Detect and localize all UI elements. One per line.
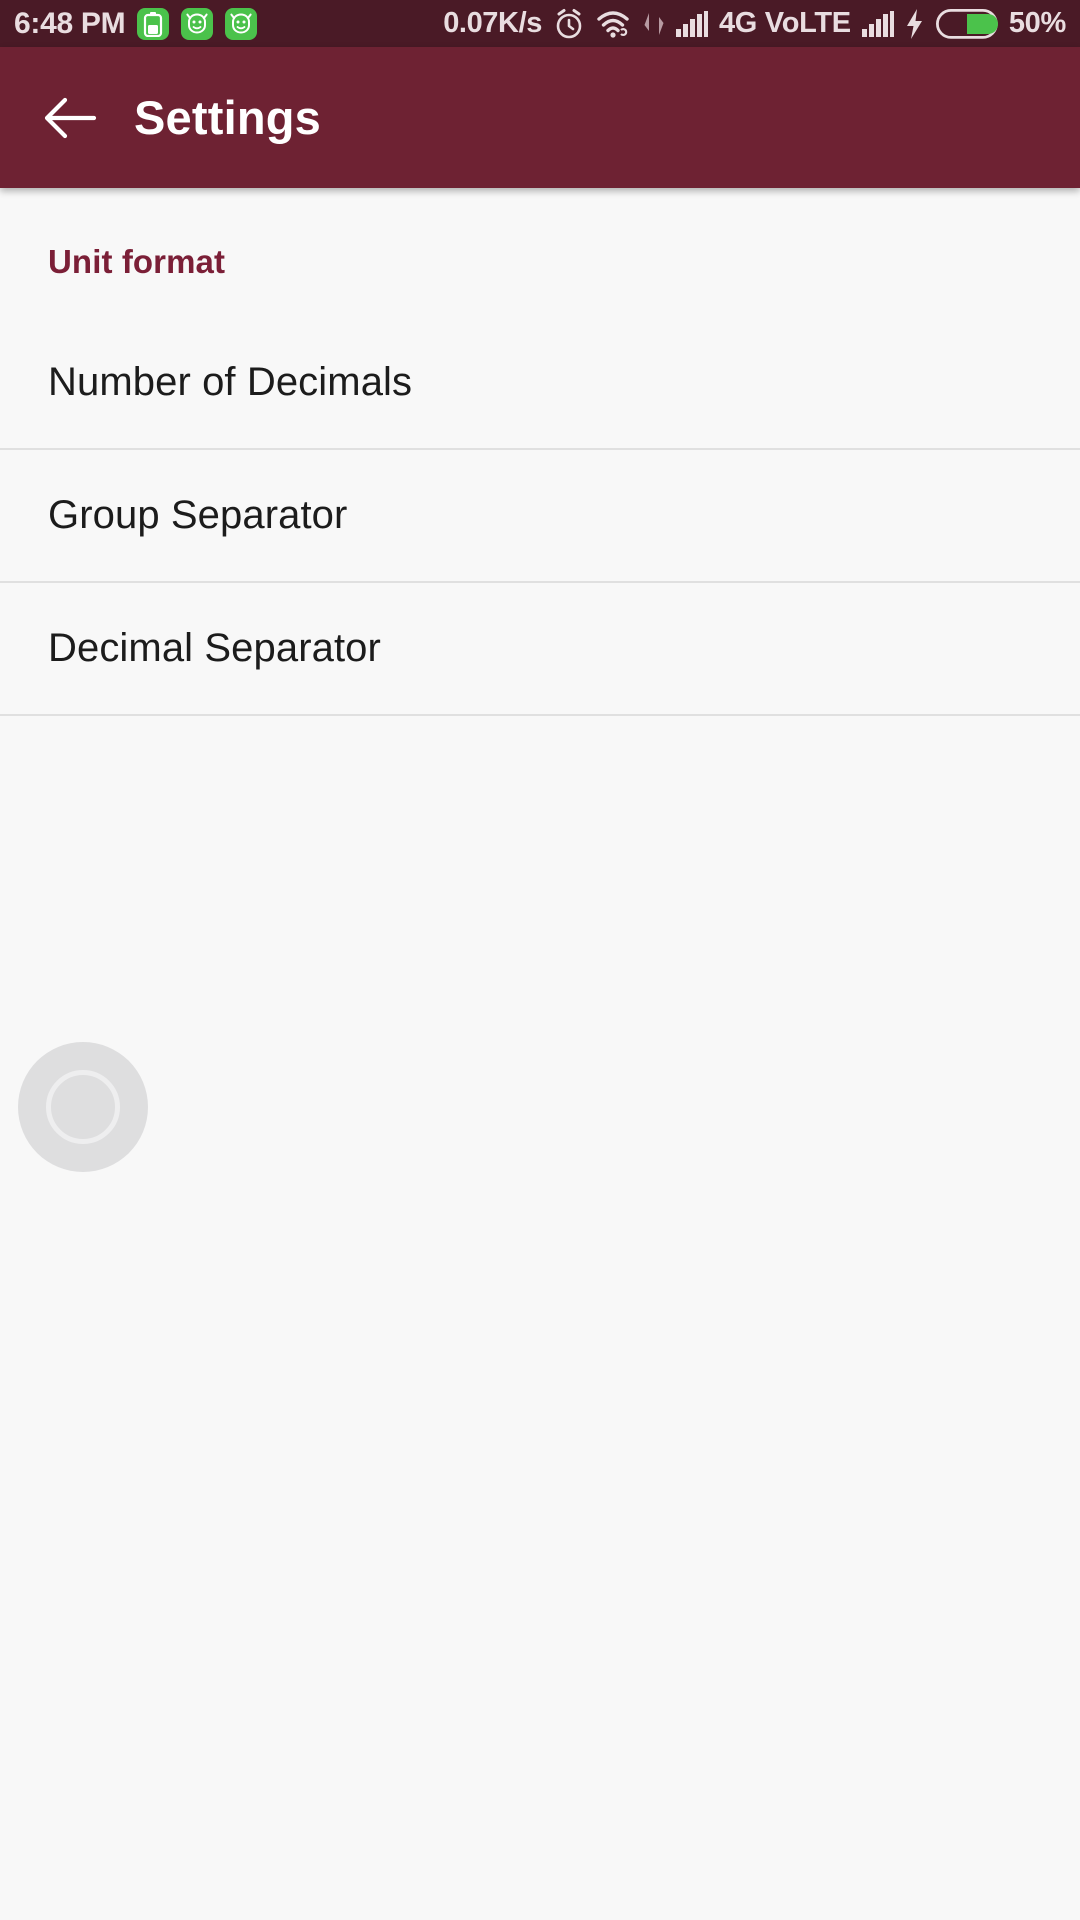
- status-bar-right: 0.07K/s 4G VoLTE 50%: [443, 7, 1066, 40]
- back-button[interactable]: [18, 66, 122, 170]
- network-speed-text: 0.07K/s: [443, 7, 542, 39]
- data-transfer-icon: [643, 10, 665, 38]
- preference-title: Decimal Separator: [48, 626, 381, 670]
- charging-bolt-icon: [905, 8, 925, 39]
- signal-bars-icon: [675, 10, 708, 37]
- section-header-unit-format: Unit format: [48, 243, 226, 280]
- wifi-icon: [596, 9, 632, 39]
- status-bar-left: 6:48 PM: [14, 6, 258, 41]
- battery-saver-icon: [137, 7, 170, 40]
- settings-content: Unit format Number of Decimals Group Sep…: [0, 188, 1080, 1920]
- battery-percent-text: 50%: [1008, 7, 1066, 39]
- battery-icon: [935, 8, 998, 39]
- app-bar: Settings: [0, 47, 1080, 188]
- assistive-touch-ring-icon: [46, 1070, 120, 1144]
- assistive-touch-button[interactable]: [18, 1042, 148, 1172]
- preference-item-group-separator[interactable]: Group Separator: [0, 450, 1080, 583]
- alarm-icon: [553, 8, 585, 40]
- carrier-text: 4G VoLTE: [718, 7, 851, 39]
- preference-title: Group Separator: [48, 493, 348, 537]
- page-title: Settings: [134, 91, 322, 144]
- settings-screen: 6:48 PM 0.07K/s 4G VoLTE 50% Settings Un…: [0, 0, 1080, 1920]
- preference-item-decimal-separator[interactable]: Decimal Separator: [0, 583, 1080, 716]
- status-bar: 6:48 PM 0.07K/s 4G VoLTE 50%: [0, 0, 1080, 47]
- preference-list: Number of Decimals Group Separator Decim…: [0, 317, 1080, 716]
- signal-bars-icon: [861, 10, 894, 37]
- android-app-icon: [181, 7, 214, 40]
- back-arrow-icon: [44, 97, 97, 138]
- preference-title: Number of Decimals: [48, 360, 413, 404]
- preference-item-number-of-decimals[interactable]: Number of Decimals: [0, 317, 1080, 450]
- android-app-icon: [225, 7, 258, 40]
- status-clock: 6:48 PM: [14, 6, 126, 40]
